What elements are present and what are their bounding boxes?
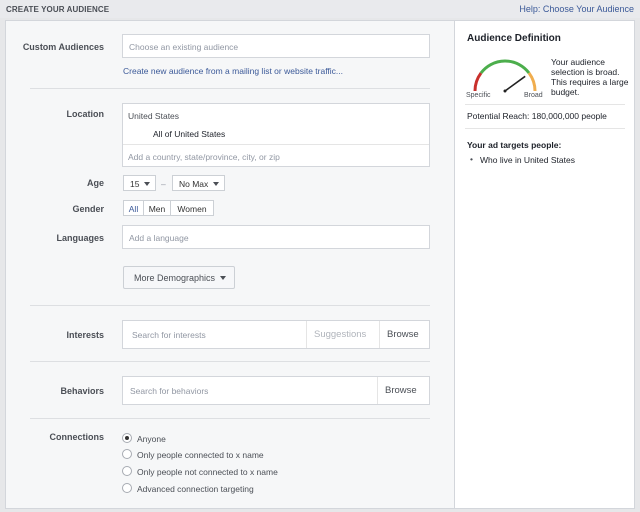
create-audience-link[interactable]: Create new audience from a mailing list …: [123, 66, 343, 76]
divider: [465, 104, 625, 105]
divider: [30, 88, 430, 89]
behaviors-input[interactable]: Search for behaviors: [130, 386, 208, 396]
gauge-broad-label: Broad: [524, 92, 543, 99]
location-box: United States All of United States Add a…: [122, 103, 430, 167]
audience-panel: Custom Audiences Choose an existing audi…: [5, 20, 635, 509]
custom-audiences-input[interactable]: Choose an existing audience: [122, 34, 430, 58]
interests-input[interactable]: Search for interests: [132, 330, 206, 340]
top-bar: CREATE YOUR AUDIENCE Help: Choose Your A…: [0, 0, 640, 18]
connection-anyone-label[interactable]: Anyone: [137, 434, 166, 444]
age-separator: –: [161, 179, 166, 189]
targets-title: Your ad targets people:: [467, 140, 562, 150]
age-min-select[interactable]: 15: [123, 175, 156, 191]
location-input[interactable]: Add a country, state/province, city, or …: [128, 152, 280, 162]
location-country: United States: [128, 111, 180, 121]
connections-label: Connections: [49, 432, 104, 442]
divider: [465, 128, 625, 129]
behaviors-label: Behaviors: [60, 386, 104, 396]
age-min-value: 15: [130, 179, 140, 189]
connection-connected-label[interactable]: Only people connected to x name: [137, 450, 264, 460]
target-item: Who live in United States: [480, 155, 575, 165]
gender-men-button[interactable]: Men: [144, 200, 171, 216]
gender-label: Gender: [72, 204, 104, 214]
chevron-down-icon: [213, 182, 219, 186]
connection-connected-radio[interactable]: [122, 449, 132, 459]
gender-all-button[interactable]: All: [123, 200, 144, 216]
languages-label: Languages: [56, 233, 104, 243]
age-max-value: No Max: [179, 179, 209, 189]
custom-audiences-label: Custom Audiences: [22, 42, 104, 52]
location-label: Location: [66, 109, 105, 119]
divider: [30, 361, 430, 362]
audience-description: Your audience selection is broad. This r…: [551, 57, 629, 97]
gauge-pivot: [503, 89, 507, 93]
audience-gauge: [473, 59, 537, 93]
more-demographics-button[interactable]: More Demographics: [123, 266, 235, 289]
radio-selected-dot: [125, 436, 129, 440]
gauge-red-arc: [473, 72, 483, 92]
bullet-icon: •: [470, 154, 473, 164]
chevron-down-icon: [220, 276, 226, 280]
connection-advanced-radio[interactable]: [122, 483, 132, 493]
audience-definition-panel: Audience Definition Specific Broad Your …: [454, 21, 634, 508]
gauge-specific-label: Specific: [466, 92, 491, 99]
age-label: Age: [86, 178, 104, 188]
location-scope[interactable]: All of United States: [153, 129, 225, 139]
divider: [306, 321, 307, 348]
help-link[interactable]: Help: Choose Your Audience: [519, 4, 634, 14]
connection-not-connected-radio[interactable]: [122, 466, 132, 476]
languages-placeholder: Add a language: [129, 233, 189, 243]
gauge-needle: [504, 75, 526, 92]
divider: [379, 321, 380, 348]
suggestions-button[interactable]: Suggestions: [314, 329, 366, 340]
connection-not-connected-label[interactable]: Only people not connected to x name: [137, 467, 278, 477]
chevron-down-icon: [144, 182, 150, 186]
gauge-orange-arc: [527, 72, 537, 92]
connection-anyone-radio[interactable]: [122, 433, 132, 443]
divider: [30, 305, 430, 306]
audience-form: Custom Audiences Choose an existing audi…: [6, 21, 454, 508]
interests-browse-button[interactable]: Browse: [387, 329, 419, 340]
custom-audiences-placeholder: Choose an existing audience: [129, 42, 239, 52]
audience-definition-title: Audience Definition: [467, 33, 561, 44]
divider: [30, 418, 430, 419]
age-max-select[interactable]: No Max: [172, 175, 225, 191]
gender-women-button[interactable]: Women: [171, 200, 214, 216]
page-title: CREATE YOUR AUDIENCE: [6, 5, 110, 14]
interests-box: Search for interests Suggestions Browse: [122, 320, 430, 349]
divider: [377, 377, 378, 404]
languages-input[interactable]: Add a language: [122, 225, 430, 249]
location-divider: [123, 144, 429, 145]
connection-advanced-label[interactable]: Advanced connection targeting: [137, 484, 254, 494]
behaviors-browse-button[interactable]: Browse: [385, 385, 417, 396]
gauge-green-arc: [479, 59, 531, 74]
potential-reach: Potential Reach: 180,000,000 people: [467, 111, 607, 121]
behaviors-box: Search for behaviors Browse: [122, 376, 430, 405]
gender-segmented: All Men Women: [123, 200, 215, 216]
interests-label: Interests: [66, 330, 104, 340]
more-demographics-label: More Demographics: [134, 273, 216, 283]
